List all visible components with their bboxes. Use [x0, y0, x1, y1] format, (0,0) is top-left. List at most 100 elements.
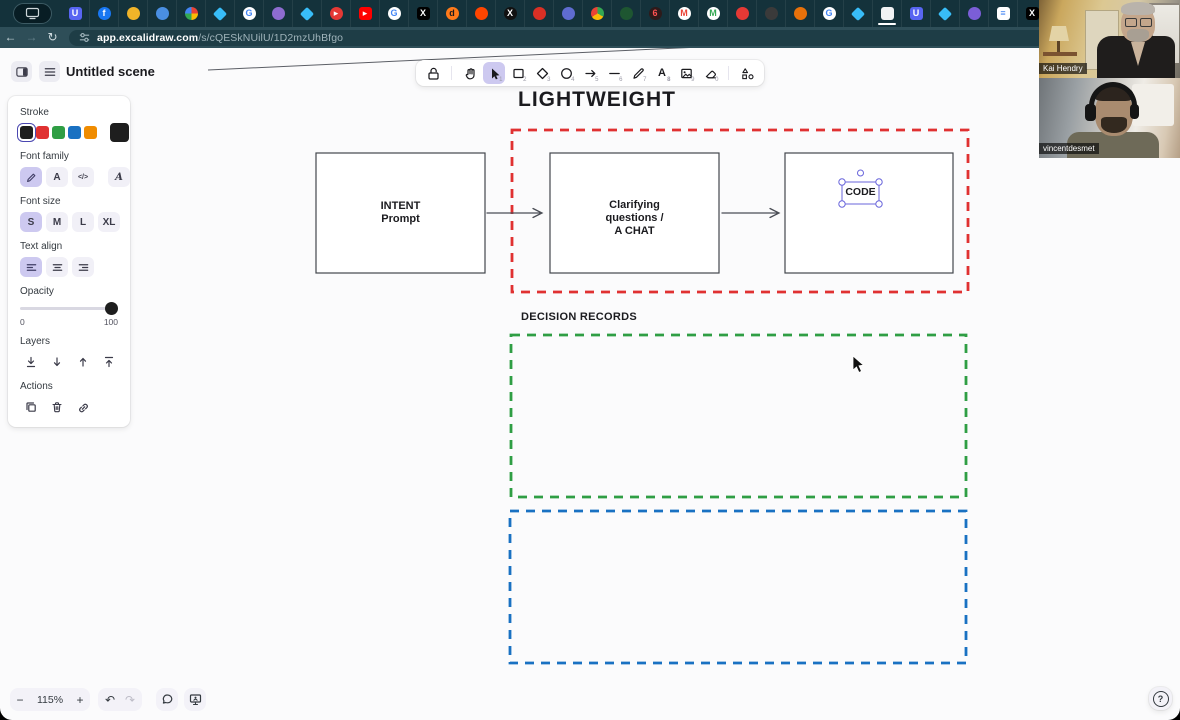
blue-dashed-rect[interactable]	[510, 511, 966, 663]
browser-tab[interactable]	[206, 0, 235, 27]
align-center-button[interactable]	[46, 257, 68, 277]
hand-tool-button[interactable]	[459, 62, 481, 84]
comments-button[interactable]	[156, 688, 178, 711]
eraser-tool-button[interactable]: 0	[699, 62, 721, 84]
font-hand-drawn-button[interactable]	[20, 167, 42, 187]
browser-tab[interactable]: G	[235, 0, 264, 27]
align-right-button[interactable]	[72, 257, 94, 277]
duplicate-button[interactable]	[20, 397, 42, 417]
stroke-color-swatch[interactable]	[52, 126, 65, 139]
ellipse-tool-button[interactable]: 4	[555, 62, 577, 84]
browser-tab[interactable]	[264, 0, 293, 27]
diamond-tool-button[interactable]: 3	[531, 62, 553, 84]
send-to-back-button[interactable]	[20, 352, 42, 372]
browser-tab[interactable]	[525, 0, 554, 27]
reload-button[interactable]: ↻	[42, 27, 63, 48]
delete-button[interactable]	[46, 397, 68, 417]
arrow-tool-button[interactable]: 5	[579, 62, 601, 84]
font-more-button[interactable]: A	[108, 167, 130, 187]
excalidraw-canvas[interactable]	[0, 48, 1180, 720]
browser-tab[interactable]	[786, 0, 815, 27]
intent-box-text[interactable]: INTENT Prompt	[316, 200, 485, 226]
zoom-in-button[interactable]: +	[70, 693, 90, 707]
present-button[interactable]	[184, 688, 206, 711]
browser-tab[interactable]	[873, 0, 902, 27]
font-size-l-button[interactable]: L	[72, 212, 94, 232]
arrow-intent-to-clarifying[interactable]	[487, 209, 542, 218]
canvas-title-text[interactable]: LIGHTWEIGHT	[511, 88, 683, 112]
browser-tab[interactable]	[293, 0, 322, 27]
stroke-color-swatch[interactable]	[36, 126, 49, 139]
text-tool-button[interactable]: A 8	[651, 62, 673, 84]
browser-tab[interactable]	[583, 0, 612, 27]
lock-tool-button[interactable]	[422, 62, 444, 84]
browser-tab[interactable]: ▸	[351, 0, 380, 27]
browser-tab[interactable]: ▸	[322, 0, 351, 27]
stroke-color-swatch[interactable]	[20, 126, 33, 139]
current-stroke-swatch[interactable]	[110, 123, 129, 142]
browser-tab[interactable]	[467, 0, 496, 27]
zoom-level[interactable]: 115%	[30, 694, 70, 706]
zoom-out-button[interactable]: −	[10, 693, 30, 707]
browser-tab[interactable]	[119, 0, 148, 27]
bring-forward-button[interactable]	[72, 352, 94, 372]
browser-tab[interactable]: U	[61, 0, 90, 27]
bring-to-front-button[interactable]	[98, 352, 120, 372]
green-dashed-rect[interactable]	[511, 335, 966, 497]
browser-tab[interactable]	[757, 0, 786, 27]
opacity-slider[interactable]	[20, 302, 118, 315]
screen-share-pill[interactable]	[13, 3, 52, 24]
browser-tab[interactable]: M	[699, 0, 728, 27]
participant-video-1[interactable]: Kai Hendry	[1039, 0, 1180, 78]
code-box[interactable]	[785, 153, 953, 273]
forward-button[interactable]: →	[21, 27, 42, 48]
decision-records-label[interactable]: DECISION RECORDS	[521, 311, 651, 323]
stroke-color-swatch[interactable]	[84, 126, 97, 139]
participant-video-2[interactable]: vincentdesmet	[1039, 78, 1180, 158]
browser-tab[interactable]: M	[670, 0, 699, 27]
rectangle-tool-button[interactable]: 2	[507, 62, 529, 84]
browser-tab[interactable]: 6	[641, 0, 670, 27]
font-normal-button[interactable]: A	[46, 167, 68, 187]
font-size-xl-button[interactable]: XL	[98, 212, 120, 232]
line-tool-button[interactable]: 6	[603, 62, 625, 84]
font-size-m-button[interactable]: M	[46, 212, 68, 232]
stroke-color-swatch[interactable]	[68, 126, 81, 139]
font-code-button[interactable]: </>	[72, 167, 94, 187]
browser-tab[interactable]	[844, 0, 873, 27]
main-menu-button[interactable]	[39, 61, 60, 82]
browser-tab[interactable]	[554, 0, 583, 27]
browser-tab[interactable]	[728, 0, 757, 27]
code-text[interactable]: CODE	[842, 186, 879, 198]
undo-button[interactable]: ↶	[100, 693, 120, 707]
clarifying-box-text[interactable]: Clarifying questions / A CHAT	[550, 199, 719, 238]
help-button[interactable]: ?	[1149, 687, 1172, 710]
scene-title[interactable]: Untitled scene	[66, 64, 155, 79]
arrow-clarifying-to-code[interactable]	[722, 209, 779, 218]
browser-tab[interactable]	[960, 0, 989, 27]
draw-tool-button[interactable]: 7	[627, 62, 649, 84]
browser-tab[interactable]: ≡	[989, 0, 1018, 27]
browser-tab[interactable]	[148, 0, 177, 27]
browser-tab[interactable]: d	[438, 0, 467, 27]
link-button[interactable]	[72, 397, 94, 417]
browser-tab[interactable]: G	[815, 0, 844, 27]
redo-button[interactable]: ↷	[120, 693, 140, 707]
browser-tab[interactable]: f	[90, 0, 119, 27]
rotate-handle[interactable]	[858, 170, 864, 176]
browser-tab[interactable]: X	[496, 0, 525, 27]
send-backward-button[interactable]	[46, 352, 68, 372]
image-tool-button[interactable]: 9	[675, 62, 697, 84]
browser-tab[interactable]: U	[902, 0, 931, 27]
browser-tab[interactable]	[931, 0, 960, 27]
align-left-button[interactable]	[20, 257, 42, 277]
opacity-knob[interactable]	[105, 302, 118, 315]
sidebar-toggle-button[interactable]	[11, 61, 32, 82]
font-size-s-button[interactable]: S	[20, 212, 42, 232]
url-bar[interactable]: app.excalidraw.com/s/cQESkNUilU/1D2mzUhB…	[69, 30, 1170, 46]
browser-tab[interactable]: X	[409, 0, 438, 27]
browser-tab[interactable]	[177, 0, 206, 27]
more-shapes-button[interactable]	[736, 62, 758, 84]
browser-tab[interactable]: G	[380, 0, 409, 27]
browser-tab[interactable]	[612, 0, 641, 27]
